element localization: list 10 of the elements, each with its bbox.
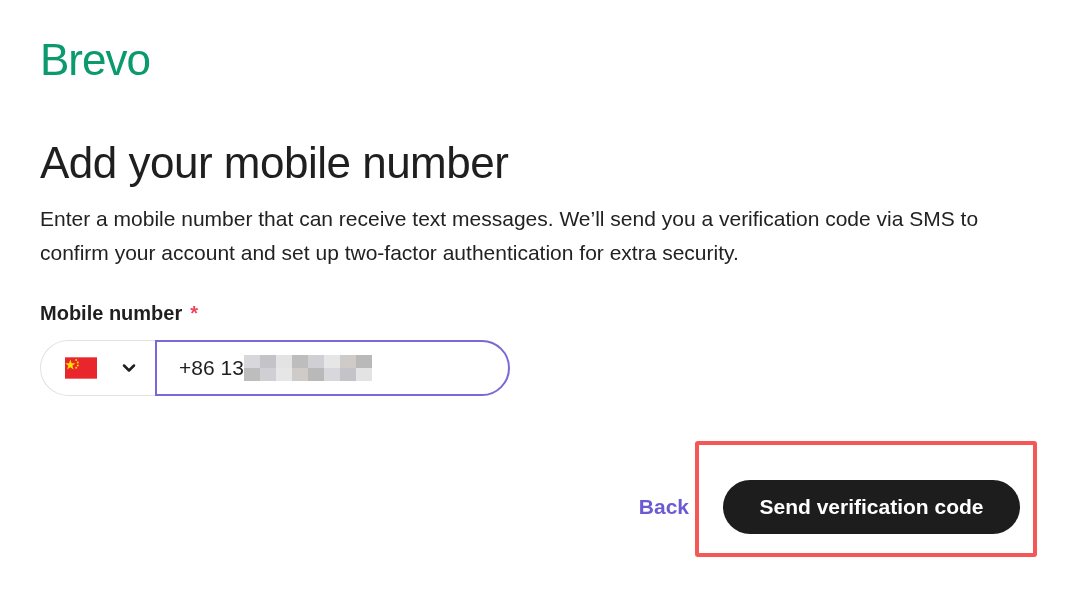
required-mark: * [190,301,199,326]
field-label: Mobile number [40,301,183,326]
flag-icon [65,357,97,379]
description-text: Enter a mobile number that can receive text messages. We’ll send you a verification code via SMS to confirm your account and set up two-factor authentication for extra security. [40,206,980,266]
phone-input[interactable]: +86 13 [155,340,510,396]
back-link[interactable]: Back [638,495,689,519]
page-title: Add your mobile number [40,137,509,189]
send-code-button[interactable]: Send verification code [723,480,1020,534]
brand-logo: Brevo [40,36,150,84]
country-selector[interactable] [40,340,155,396]
